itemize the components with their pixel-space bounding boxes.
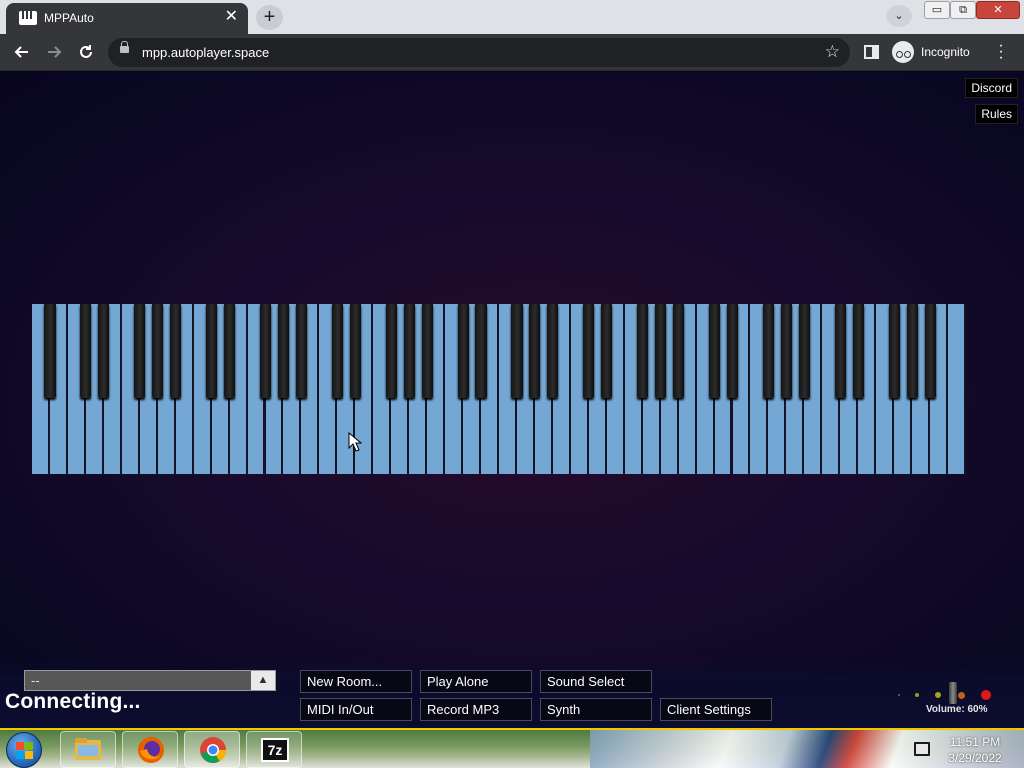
- incognito-icon[interactable]: [892, 41, 914, 63]
- forward-arrow-icon[interactable]: [41, 40, 67, 64]
- chrome-taskbar-button[interactable]: [184, 731, 240, 768]
- discord-button[interactable]: Discord: [965, 78, 1018, 98]
- black-key[interactable]: [295, 304, 307, 398]
- connection-status: Connecting...: [5, 690, 141, 713]
- piano-favicon-icon: [19, 11, 37, 25]
- folder-icon: [75, 738, 101, 760]
- black-key[interactable]: [583, 304, 595, 398]
- windows-taskbar: 7z 11:51 PM 3/29/2022: [0, 728, 1024, 768]
- side-panel-icon[interactable]: [864, 45, 879, 59]
- black-key[interactable]: [726, 304, 739, 398]
- address-bar[interactable]: mpp.autoplayer.space ☆: [108, 38, 850, 67]
- black-key[interactable]: [385, 304, 397, 398]
- black-key[interactable]: [98, 304, 110, 398]
- black-key[interactable]: [206, 304, 218, 398]
- browser-toolbar: mpp.autoplayer.space ☆ Incognito · · ·: [0, 34, 1024, 71]
- black-key[interactable]: [547, 304, 559, 398]
- play-alone-button[interactable]: Play Alone: [420, 670, 532, 693]
- incognito-label[interactable]: Incognito: [921, 45, 970, 59]
- black-key[interactable]: [224, 304, 236, 398]
- lock-icon: [120, 41, 129, 53]
- tab-title: MPPAuto: [44, 11, 94, 25]
- synth-button[interactable]: Synth: [540, 698, 652, 721]
- chevron-up-icon[interactable]: ▲: [251, 671, 275, 690]
- volume-knob[interactable]: [949, 682, 957, 704]
- clock-time: 11:51 PM: [949, 735, 1001, 749]
- back-arrow-icon[interactable]: [9, 40, 35, 64]
- firefox-taskbar-button[interactable]: [122, 731, 178, 768]
- room-selector[interactable]: -- ▲: [24, 670, 276, 691]
- black-key[interactable]: [259, 304, 272, 398]
- black-key[interactable]: [331, 304, 343, 398]
- network-icon[interactable]: [914, 742, 930, 756]
- sound-select-button[interactable]: Sound Select: [540, 670, 652, 693]
- black-key[interactable]: [349, 304, 361, 398]
- mpp-page: Discord Rules -- ▲ Connecting... New Roo…: [0, 72, 1024, 728]
- black-key[interactable]: [655, 304, 667, 398]
- black-key[interactable]: [421, 304, 433, 398]
- new-tab-button[interactable]: +: [256, 5, 283, 30]
- black-key[interactable]: [170, 304, 182, 398]
- black-key[interactable]: [601, 304, 613, 398]
- black-key[interactable]: [152, 304, 164, 398]
- black-key[interactable]: [798, 304, 810, 398]
- volume-dot: [981, 690, 991, 700]
- 7zip-icon: 7z: [261, 738, 289, 762]
- black-key[interactable]: [44, 304, 56, 398]
- rules-button[interactable]: Rules: [975, 104, 1018, 124]
- piano-keyboard[interactable]: [32, 304, 966, 474]
- volume-dot: [915, 693, 919, 697]
- black-key[interactable]: [834, 304, 846, 398]
- chrome-icon: [200, 737, 227, 764]
- volume-dot: [935, 692, 941, 698]
- volume-dot: [898, 694, 900, 696]
- clock-date: 3/29/2022: [948, 751, 1002, 765]
- black-key[interactable]: [906, 304, 918, 398]
- black-key[interactable]: [80, 304, 92, 398]
- window-close-button[interactable]: ✕: [976, 1, 1020, 19]
- system-clock[interactable]: 11:51 PM 3/29/2022: [940, 734, 1010, 766]
- url-text: mpp.autoplayer.space: [142, 45, 270, 60]
- black-key[interactable]: [673, 304, 685, 398]
- black-key[interactable]: [511, 304, 523, 398]
- black-key[interactable]: [780, 304, 792, 398]
- volume-dot: [958, 692, 965, 699]
- black-key[interactable]: [403, 304, 415, 398]
- browser-tab-strip: MPPAuto ✕ + ⌄ ▭ ⧉ ✕: [0, 0, 1024, 34]
- new-room-button[interactable]: New Room...: [300, 670, 412, 693]
- black-key[interactable]: [888, 304, 900, 398]
- black-key[interactable]: [762, 304, 774, 398]
- 7zip-taskbar-button[interactable]: 7z: [246, 731, 302, 768]
- tab-search-button[interactable]: ⌄: [886, 5, 912, 27]
- black-key[interactable]: [529, 304, 541, 398]
- reload-icon[interactable]: [73, 40, 99, 64]
- kebab-menu-icon[interactable]: · · ·: [996, 38, 1006, 66]
- tab-close-icon[interactable]: ✕: [225, 9, 238, 25]
- black-key[interactable]: [637, 304, 649, 398]
- black-key[interactable]: [457, 304, 469, 398]
- explorer-taskbar-button[interactable]: [60, 731, 116, 768]
- black-key[interactable]: [277, 304, 290, 398]
- volume-label: Volume: 60%: [926, 704, 988, 715]
- white-key[interactable]: [948, 304, 966, 474]
- window-minimize-button[interactable]: ▭: [924, 1, 950, 19]
- black-key[interactable]: [134, 304, 146, 398]
- black-key[interactable]: [852, 304, 864, 398]
- record-mp3-button[interactable]: Record MP3: [420, 698, 532, 721]
- room-selector-value: --: [31, 673, 40, 688]
- black-key[interactable]: [708, 304, 721, 398]
- bookmark-star-icon[interactable]: ☆: [825, 42, 840, 62]
- bottom-controls: -- ▲ Connecting... New Room... Play Alon…: [0, 662, 1024, 728]
- black-key[interactable]: [924, 304, 936, 398]
- midi-in-out-button[interactable]: MIDI In/Out: [300, 698, 412, 721]
- windows-start-icon[interactable]: [6, 732, 42, 768]
- client-settings-button[interactable]: Client Settings: [660, 698, 772, 721]
- firefox-icon: [138, 737, 164, 763]
- black-key[interactable]: [475, 304, 487, 398]
- window-maximize-button[interactable]: ⧉: [950, 1, 976, 19]
- browser-tab[interactable]: MPPAuto ✕: [6, 3, 248, 34]
